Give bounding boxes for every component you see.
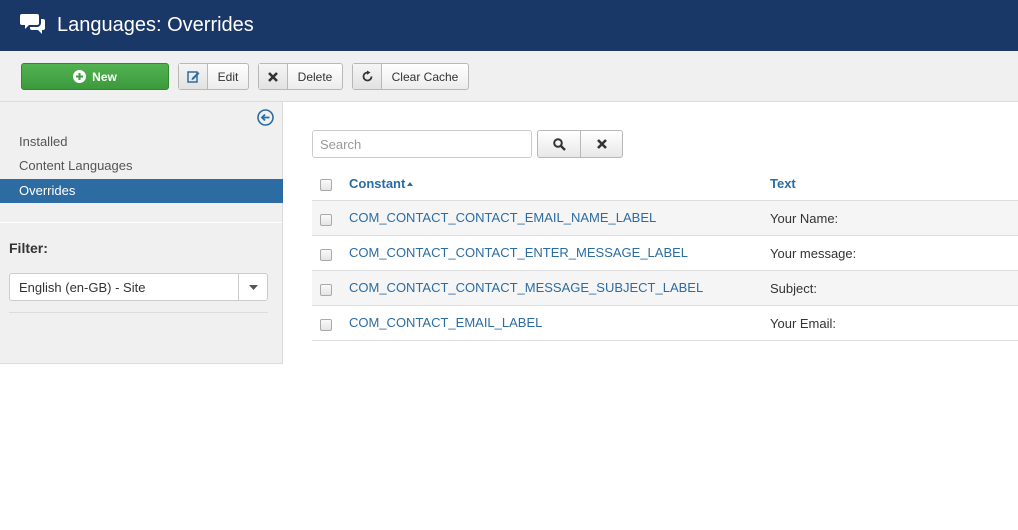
sidebar-item-installed[interactable]: Installed xyxy=(0,130,283,154)
row-checkbox[interactable] xyxy=(320,249,332,261)
plus-circle-icon xyxy=(73,70,87,83)
delete-button-label: Delete xyxy=(297,69,333,84)
override-text: Subject: xyxy=(770,281,817,296)
divider xyxy=(0,222,282,223)
sidebar-item-overrides[interactable]: Overrides xyxy=(0,179,283,203)
page-title: Languages: Overrides xyxy=(57,14,254,36)
sidebar-toggle-icon[interactable] xyxy=(257,109,274,126)
new-button[interactable]: New xyxy=(21,63,169,90)
search-input[interactable] xyxy=(312,130,532,158)
edit-icon xyxy=(186,71,199,83)
clear-cache-button-label: Clear Cache xyxy=(391,69,459,84)
search-icon xyxy=(552,137,566,151)
column-header-text[interactable]: Text xyxy=(770,176,796,191)
edit-button-label: Edit xyxy=(217,69,239,84)
constant-link[interactable]: COM_CONTACT_CONTACT_EMAIL_NAME_LABEL xyxy=(349,210,656,225)
sort-ascending-icon xyxy=(407,182,414,186)
row-checkbox[interactable] xyxy=(320,214,332,226)
page-header: Languages: Overrides xyxy=(0,0,1018,51)
new-button-label: New xyxy=(92,69,117,84)
row-checkbox[interactable] xyxy=(320,284,332,296)
divider xyxy=(9,312,268,313)
table-row: COM_CONTACT_CONTACT_MESSAGE_SUBJECT_LABE… xyxy=(312,271,1018,306)
comments-icon xyxy=(20,14,45,34)
toolbar: New Edit Delete Clear Cache xyxy=(0,51,1018,102)
sidebar: Installed Content Languages Overrides Fi… xyxy=(0,102,283,364)
table-header: Constant Text xyxy=(312,166,1018,201)
constant-link[interactable]: COM_CONTACT_CONTACT_ENTER_MESSAGE_LABEL xyxy=(349,245,688,260)
override-text: Your Email: xyxy=(770,316,836,331)
close-icon xyxy=(268,71,278,82)
language-filter-select[interactable]: English (en-GB) - Site xyxy=(9,273,268,301)
overrides-table: Constant Text COM_CONTACT_CONTACT_EMAIL_… xyxy=(312,166,1018,341)
delete-button[interactable]: Delete xyxy=(258,63,343,90)
row-checkbox[interactable] xyxy=(320,319,332,331)
close-icon xyxy=(596,139,607,149)
table-row: COM_CONTACT_CONTACT_ENTER_MESSAGE_LABEL … xyxy=(312,236,1018,271)
refresh-icon xyxy=(362,70,372,82)
constant-link[interactable]: COM_CONTACT_CONTACT_MESSAGE_SUBJECT_LABE… xyxy=(349,280,703,295)
override-text: Your message: xyxy=(770,246,857,261)
table-row: COM_CONTACT_EMAIL_LABEL Your Email: xyxy=(312,306,1018,341)
filter-label: Filter: xyxy=(9,240,48,256)
select-all-checkbox[interactable] xyxy=(320,179,332,191)
clear-search-button[interactable] xyxy=(580,130,623,158)
override-text: Your Name: xyxy=(770,211,839,226)
column-header-constant[interactable]: Constant xyxy=(349,176,414,191)
constant-link[interactable]: COM_CONTACT_EMAIL_LABEL xyxy=(349,315,542,330)
search-button[interactable] xyxy=(537,130,581,158)
edit-button[interactable]: Edit xyxy=(178,63,249,90)
table-row: COM_CONTACT_CONTACT_EMAIL_NAME_LABEL You… xyxy=(312,201,1018,236)
clear-cache-button[interactable]: Clear Cache xyxy=(352,63,469,90)
language-filter-value: English (en-GB) - Site xyxy=(19,280,146,295)
chevron-down-icon[interactable] xyxy=(238,274,267,300)
sidebar-item-content-languages[interactable]: Content Languages xyxy=(0,154,283,178)
